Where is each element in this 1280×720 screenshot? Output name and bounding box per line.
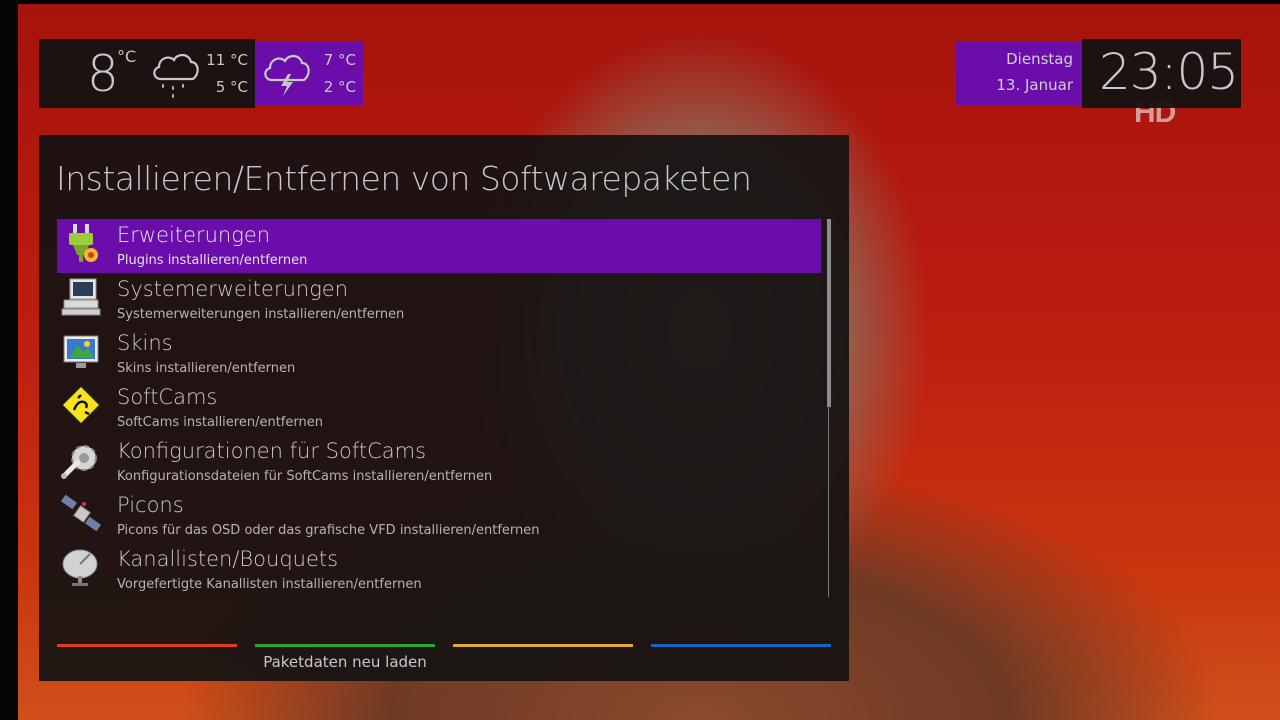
screen-left-edge [0, 0, 18, 720]
green-key-indicator[interactable] [255, 644, 435, 647]
list-item-systemerweiterungen[interactable]: Systemerweiterungen Systemerweiterungen … [57, 273, 821, 327]
item-title: SoftCams [117, 385, 218, 409]
tomorrow-high-temp: 7 °C [323, 51, 356, 69]
screen-top-edge [0, 0, 1280, 4]
item-description: Plugins installieren/entfernen [117, 253, 308, 268]
temperature-unit: °C [117, 47, 137, 66]
computer-icon [61, 278, 101, 316]
blue-key-indicator[interactable] [651, 644, 831, 647]
green-key-label[interactable]: Paketdaten neu laden [255, 653, 435, 671]
satellite-dish-icon [62, 549, 98, 586]
today-low-temp: 5 °C [215, 78, 248, 96]
software-manager-panel: Installieren/Entfernen von Softwarepaket… [39, 135, 849, 681]
weather-today-widget: 8 °C 11 °C 5 °C [39, 39, 255, 108]
package-category-list[interactable]: Erweiterungen Plugins installieren/entfe… [57, 219, 821, 597]
softcam-sign-icon [60, 384, 102, 426]
weather-tomorrow-widget: 7 °C 2 °C [255, 42, 363, 105]
clock-time: 23:05 [1099, 43, 1239, 101]
rain-cloud-icon [153, 53, 199, 98]
list-item-softcams[interactable]: SoftCams SoftCams installieren/entfernen [57, 381, 821, 435]
list-item-softcam-konfigurationen[interactable]: Konfigurationen für SoftCams Konfigurati… [57, 435, 821, 489]
list-item-picons[interactable]: Picons Picons für das OSD oder das grafi… [57, 489, 821, 543]
item-description: Picons für das OSD oder das grafische VF… [117, 523, 540, 538]
item-title: Erweiterungen [117, 223, 271, 247]
date: 13. Januar [996, 76, 1073, 94]
item-description: SoftCams installieren/entfernen [117, 415, 323, 430]
date-widget: Dienstag 13. Januar [956, 42, 1082, 105]
item-title: Picons [117, 493, 184, 517]
item-description: Konfigurationsdateien für SoftCams insta… [117, 469, 493, 484]
list-item-skins[interactable]: Skins Skins installieren/entfernen [57, 327, 821, 381]
clock-widget: 23:05 [1082, 39, 1241, 108]
plugin-plug-icon [69, 224, 98, 262]
list-scrollbar-thumb[interactable] [827, 219, 831, 407]
weekday: Dienstag [1006, 50, 1073, 68]
list-item-kanallisten[interactable]: Kanallisten/Bouquets Vorgefertigte Kanal… [57, 543, 821, 597]
list-item-erweiterungen[interactable]: Erweiterungen Plugins installieren/entfe… [57, 219, 821, 273]
item-title: Kanallisten/Bouquets [117, 547, 339, 571]
thunderstorm-cloud-icon [264, 54, 310, 96]
yellow-key-indicator[interactable] [453, 644, 633, 647]
skins-monitor-icon [63, 335, 99, 368]
item-title: Skins [117, 331, 173, 355]
satellite-icon [60, 494, 102, 532]
item-title: Systemerweiterungen [117, 277, 349, 301]
gear-wrench-icon [61, 445, 97, 479]
item-description: Vorgefertigte Kanallisten installieren/e… [117, 577, 422, 592]
item-title: Konfigurationen für SoftCams [117, 439, 427, 463]
item-description: Skins installieren/entfernen [117, 361, 296, 376]
red-key-indicator[interactable] [57, 644, 237, 647]
item-description: Systemerweiterungen installieren/entfern… [117, 307, 405, 322]
current-temperature: 8 [87, 45, 119, 103]
page-title: Installieren/Entfernen von Softwarepaket… [56, 159, 752, 198]
tomorrow-low-temp: 2 °C [323, 78, 356, 96]
today-high-temp: 11 °C [206, 51, 248, 69]
